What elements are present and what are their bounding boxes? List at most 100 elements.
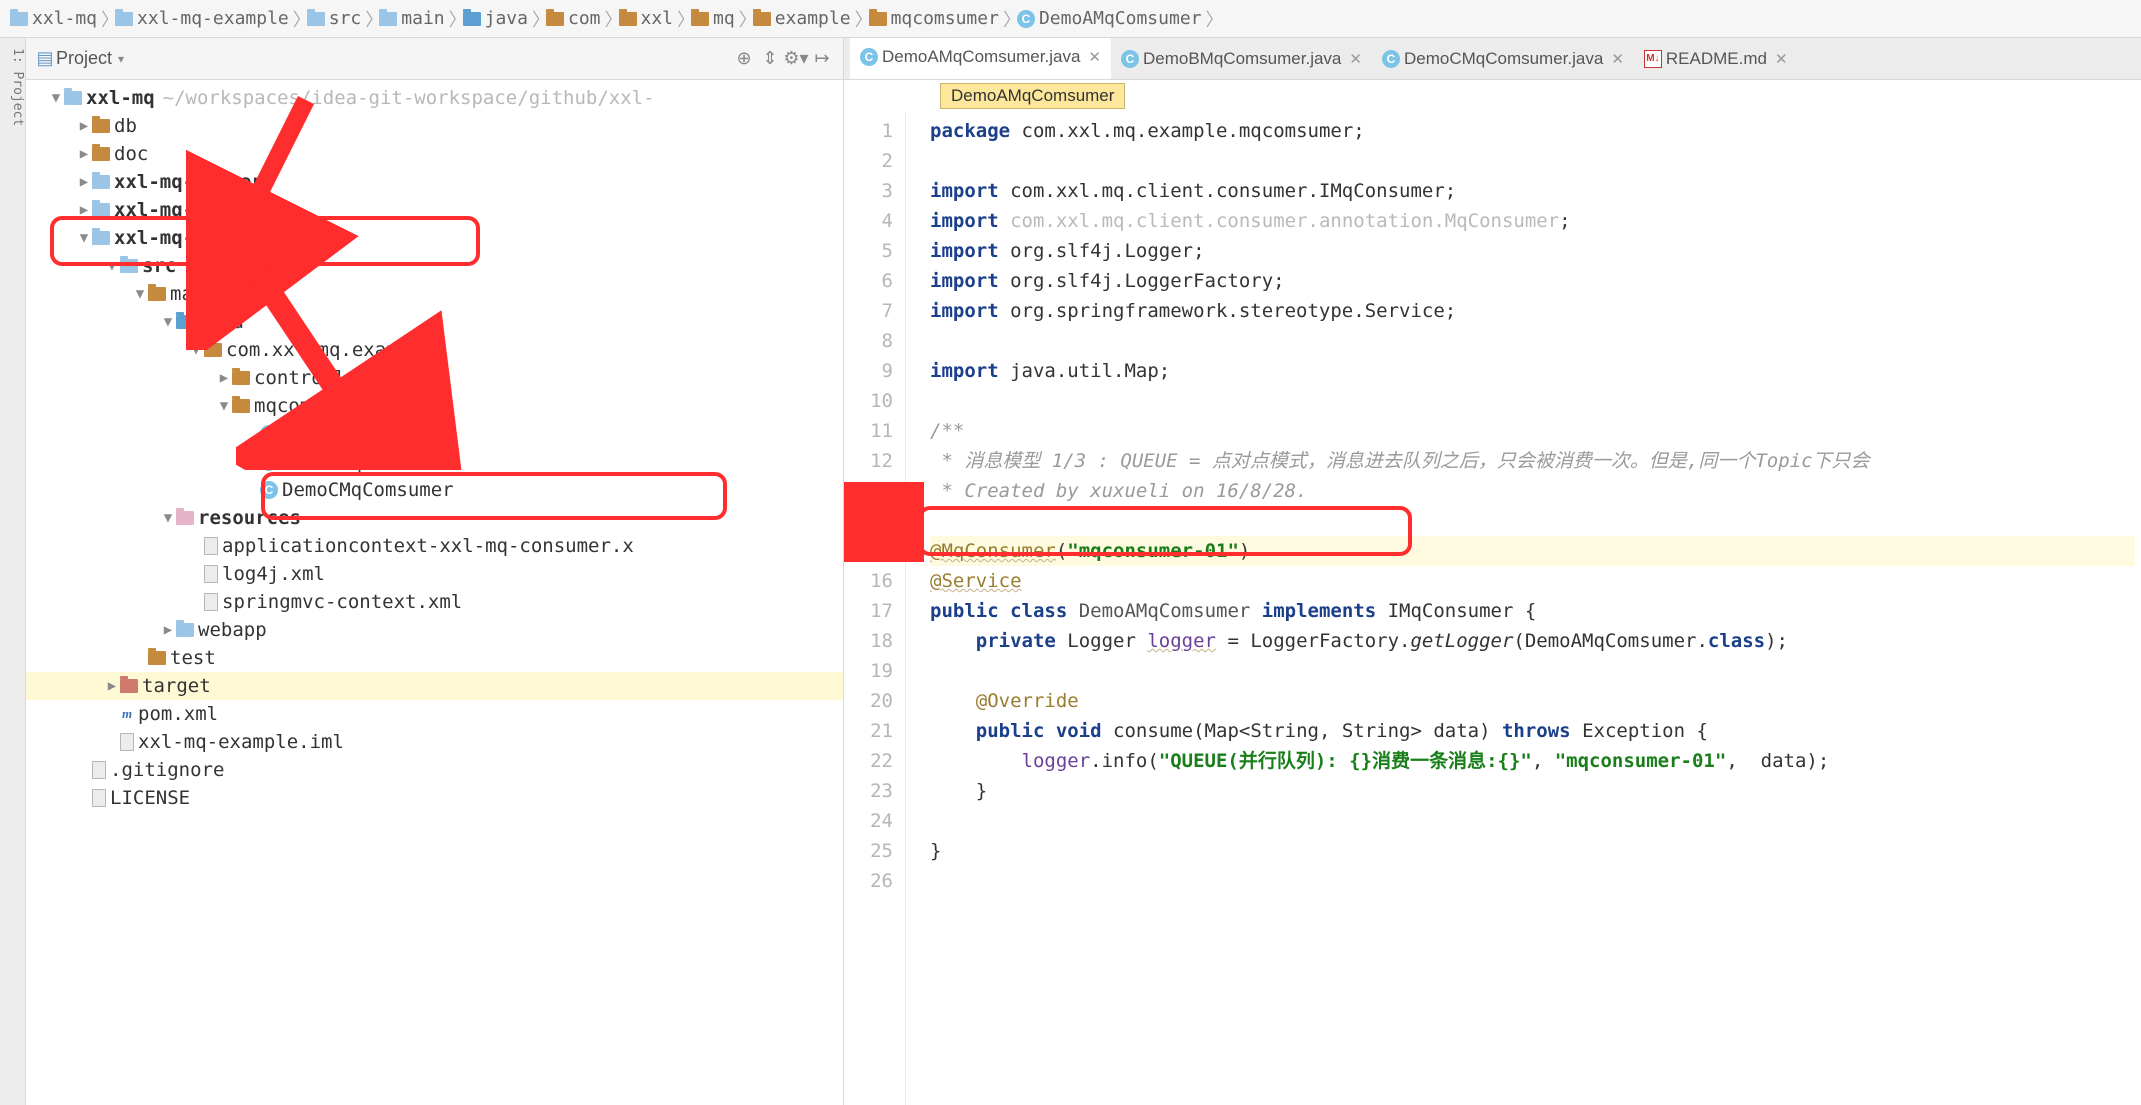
tree-node[interactable]: springmvc-context.xml: [26, 588, 843, 616]
editor-tab[interactable]: DemoAMqComsumer.java✕: [850, 38, 1111, 79]
tree-node-label: pom.xml: [138, 703, 218, 725]
line-number: 16: [844, 566, 893, 596]
folder-blue-icon: [307, 12, 325, 26]
tree-node[interactable]: mpom.xml: [26, 700, 843, 728]
breadcrumb-item[interactable]: main: [375, 8, 448, 29]
breadcrumb-item[interactable]: java: [459, 8, 532, 29]
line-number: 20: [844, 686, 893, 716]
close-icon[interactable]: ✕: [1349, 50, 1362, 68]
tree-node-label: java: [198, 311, 244, 333]
tree-node[interactable]: DemoBMqComsumer: [26, 448, 843, 476]
breadcrumb-item[interactable]: xxl-mq: [6, 8, 101, 29]
editor-tab[interactable]: README.md✕: [1634, 38, 1798, 79]
close-icon[interactable]: ✕: [1088, 48, 1101, 66]
code-area[interactable]: 1234567891011121314151617181920212223242…: [844, 112, 2141, 1105]
editor: DemoAMqComsumer.java✕DemoBMqComsumer.jav…: [844, 38, 2141, 1105]
collapse-icon[interactable]: ⇕: [757, 48, 783, 69]
chevron-down-icon[interactable]: ▾: [118, 52, 124, 66]
expand-arrow-icon[interactable]: ▶: [160, 622, 176, 638]
project-tree[interactable]: ▼ xxl-mq ~/workspaces/idea-git-workspace…: [26, 80, 843, 1105]
nav-pill[interactable]: DemoAMqComsumer: [940, 83, 1125, 109]
folder-icon: [148, 651, 166, 665]
expand-arrow-icon[interactable]: ▶: [104, 678, 120, 694]
line-number: 14: [844, 506, 893, 536]
folder-blue-icon: [176, 623, 194, 637]
folder-blue-icon: [379, 12, 397, 26]
expand-arrow-icon[interactable]: ▼: [188, 342, 204, 358]
class-icon: [260, 481, 278, 499]
editor-tabs: DemoAMqComsumer.java✕DemoBMqComsumer.jav…: [844, 38, 2141, 80]
tree-node[interactable]: ▼mqcomsumer: [26, 392, 843, 420]
breadcrumb-item[interactable]: example: [749, 8, 855, 29]
project-panel-header: ▤ Project ▾ ⊕ ⇕ ⚙▾ ↦: [26, 38, 843, 80]
tree-node-label: com.xxl.mq.example: [226, 339, 432, 361]
breadcrumb-item[interactable]: src: [303, 8, 366, 29]
hide-icon[interactable]: ↦: [809, 48, 835, 69]
expand-arrow-icon[interactable]: ▼: [160, 314, 176, 330]
editor-tab[interactable]: DemoCMqComsumer.java✕: [1372, 38, 1634, 79]
breadcrumb-item[interactable]: xxl: [615, 8, 678, 29]
file-icon: [92, 761, 106, 779]
close-icon[interactable]: ✕: [1611, 50, 1624, 68]
expand-arrow-icon[interactable]: ▼: [216, 398, 232, 414]
expand-arrow-icon[interactable]: ▼: [132, 286, 148, 302]
chevron-right-icon: 〉: [1206, 6, 1216, 32]
breadcrumb-item[interactable]: mq: [687, 8, 739, 29]
tool-window-strip[interactable]: 1: Project: [0, 38, 26, 1105]
line-number: 21: [844, 716, 893, 746]
tree-node[interactable]: ▶target: [26, 672, 843, 700]
tree-node-label: db: [114, 115, 137, 137]
chevron-right-icon: 〉: [739, 6, 749, 32]
expand-arrow-icon[interactable]: ▼: [160, 510, 176, 526]
tree-node[interactable]: ▶webapp: [26, 616, 843, 644]
editor-breadcrumb: DemoAMqComsumer: [844, 80, 2141, 112]
tree-node[interactable]: ▼ com.xxl.mq.example: [26, 336, 843, 364]
breadcrumb-item[interactable]: mqcomsumer: [865, 8, 1003, 29]
folder-icon: [546, 12, 564, 26]
tree-node[interactable]: LICENSE: [26, 784, 843, 812]
expand-arrow-icon[interactable]: ▶: [76, 202, 92, 218]
expand-arrow-icon[interactable]: ▶: [76, 118, 92, 134]
line-number: 18: [844, 626, 893, 656]
gutter: 1234567891011121314151617181920212223242…: [844, 112, 906, 1105]
line-number: 12: [844, 446, 893, 476]
tree-node[interactable]: DemoCMqComsumer: [26, 476, 843, 504]
tree-node[interactable]: ▶controller: [26, 364, 843, 392]
tree-node[interactable]: .gitignore: [26, 756, 843, 784]
expand-arrow-icon[interactable]: ▼: [76, 230, 92, 246]
close-icon[interactable]: ✕: [1775, 50, 1788, 68]
tree-node[interactable]: ▼src: [26, 252, 843, 280]
breadcrumb: xxl-mq〉xxl-mq-example〉src〉main〉java〉com〉…: [0, 0, 2141, 38]
tree-node[interactable]: ▼xxl-mq-example: [26, 224, 843, 252]
folder-icon: [204, 343, 222, 357]
tree-node[interactable]: applicationcontext-xxl-mq-consumer.x: [26, 532, 843, 560]
expand-arrow-icon[interactable]: ▶: [216, 370, 232, 386]
gear-icon[interactable]: ⚙▾: [783, 48, 809, 69]
tree-node-label: DemoAMqComsumer: [282, 423, 454, 445]
folder-icon: [232, 399, 250, 413]
tree-node[interactable]: ▶xxl-mq-client: [26, 196, 843, 224]
tree-node[interactable]: xxl-mq-example.iml: [26, 728, 843, 756]
locate-icon[interactable]: ⊕: [731, 48, 757, 69]
tree-node[interactable]: ▼resources: [26, 504, 843, 532]
tab-label: DemoBMqComsumer.java: [1143, 49, 1341, 69]
breadcrumb-item[interactable]: DemoAMqComsumer: [1013, 8, 1206, 29]
tree-node[interactable]: log4j.xml: [26, 560, 843, 588]
code[interactable]: package com.xxl.mq.example.mqcomsumer;im…: [924, 112, 2141, 1105]
breadcrumb-item[interactable]: xxl-mq-example: [111, 8, 293, 29]
tree-node[interactable]: ▶doc: [26, 140, 843, 168]
tree-node[interactable]: ▶ db: [26, 112, 843, 140]
tree-root[interactable]: ▼ xxl-mq ~/workspaces/idea-git-workspace…: [26, 84, 843, 112]
expand-arrow-icon[interactable]: ▼: [104, 258, 120, 274]
project-panel-title[interactable]: Project: [56, 48, 112, 69]
editor-tab[interactable]: DemoBMqComsumer.java ✕: [1111, 38, 1372, 79]
chevron-right-icon: 〉: [532, 6, 542, 32]
expand-arrow-icon[interactable]: ▶: [76, 174, 92, 190]
tree-node[interactable]: ▶xxl-mq-broker: [26, 168, 843, 196]
breadcrumb-item[interactable]: com: [542, 8, 605, 29]
expand-arrow-icon[interactable]: ▶: [76, 146, 92, 162]
tree-node[interactable]: ▼main: [26, 280, 843, 308]
tree-node[interactable]: ▼ java: [26, 308, 843, 336]
tree-node[interactable]: test: [26, 644, 843, 672]
tree-node[interactable]: DemoAMqComsumer: [26, 420, 843, 448]
